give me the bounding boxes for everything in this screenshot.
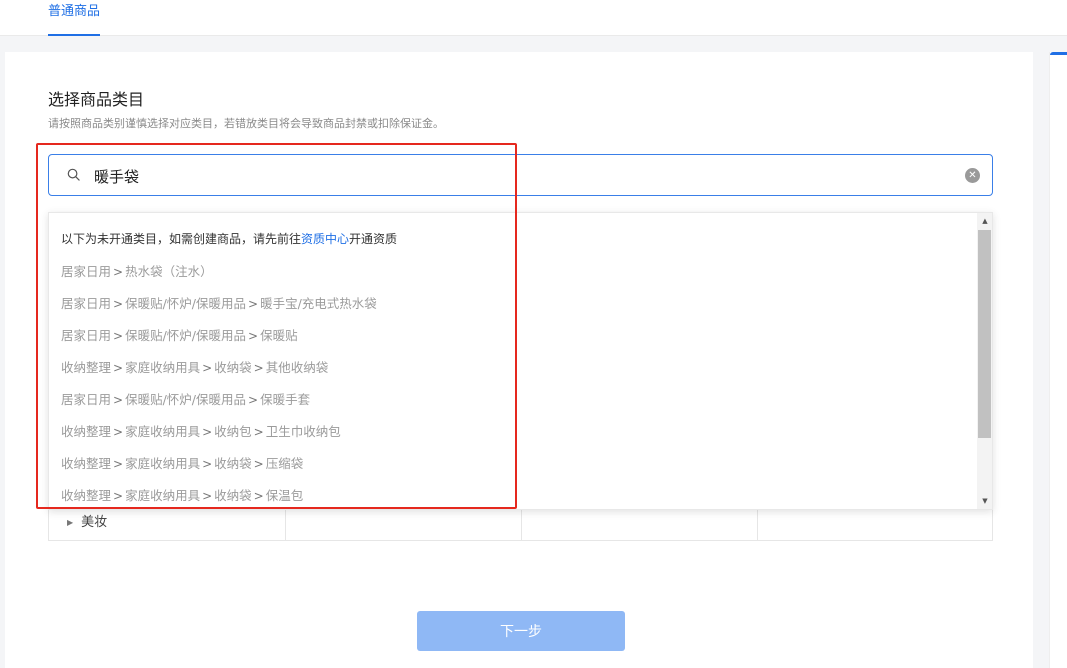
chevron-right-icon: > [253,457,264,471]
category-path-segment: 卫生巾收纳包 [265,424,341,439]
category-label: 美妆 [81,515,108,530]
chevron-right-icon: > [113,297,124,311]
chevron-right-icon: > [248,297,259,311]
category-result-item[interactable]: 居家日用 > 保暖贴/怀炉/保暖用品 > 保暖贴 [61,325,298,344]
category-result-item[interactable]: 居家日用 > 保暖贴/怀炉/保暖用品 > 暖手宝/充电式热水袋 [61,293,377,312]
category-search-input[interactable]: 暖手袋 ✕ [48,154,993,196]
scroll-up-icon[interactable]: ▲ [980,217,990,225]
category-result-item[interactable]: 收纳整理 > 家庭收纳用具 > 收纳袋 > 保温包 [61,485,303,504]
side-panel [1049,52,1067,668]
category-path-segment: 压缩袋 [265,456,304,471]
category-result-item[interactable]: 收纳整理 > 家庭收纳用具 > 收纳袋 > 压缩袋 [61,453,303,472]
chevron-right-icon: > [113,425,124,439]
category-path-segment: 收纳整理 [61,360,112,375]
category-result-item[interactable]: 收纳整理 > 家庭收纳用具 > 收纳包 > 卫生巾收纳包 [61,421,341,440]
next-step-button[interactable]: 下一步 [417,611,625,651]
category-path-segment: 家庭收纳用具 [125,424,201,439]
chevron-right-icon: > [113,361,124,375]
category-path-segment: 保温包 [265,488,304,503]
category-path-segment: 保暖贴/怀炉/保暖用品 [125,328,247,343]
section-title: 选择商品类目 [48,90,145,109]
category-path-segment: 暖手宝/充电式热水袋 [260,296,377,311]
scrollbar-thumb[interactable] [978,230,991,438]
tab-regular-goods[interactable]: 普通商品 [48,0,101,36]
category-path-segment: 居家日用 [61,392,112,407]
category-path-segment: 家庭收纳用具 [125,360,201,375]
category-path-segment: 保暖贴/怀炉/保暖用品 [125,296,247,311]
unopened-category-notice: 以下为未开通类目，如需创建商品，请先前往资质中心开通资质 [61,232,398,246]
category-path-segment: 收纳袋 [214,456,252,471]
category-path-segment: 居家日用 [61,264,112,279]
chevron-right-icon: > [113,489,124,503]
category-path-segment: 收纳袋 [214,488,252,503]
chevron-right-icon: > [202,489,213,503]
category-path-segment: 家庭收纳用具 [125,488,201,503]
close-circle-icon[interactable]: ✕ [965,168,980,183]
search-icon [67,168,80,181]
side-panel-accent [1050,52,1067,55]
chevron-right-icon: > [113,457,124,471]
category-result-item[interactable]: 居家日用 > 热水袋（注水） [61,261,213,280]
chevron-right-icon: > [113,393,124,407]
scroll-down-icon[interactable]: ▼ [980,497,990,505]
category-result-item[interactable]: 收纳整理 > 家庭收纳用具 > 收纳袋 > 其他收纳袋 [61,357,328,376]
tab-label: 普通商品 [48,4,101,19]
chevron-right-icon: > [253,361,264,375]
category-path-segment: 收纳包 [214,424,252,439]
search-results-dropdown: 以下为未开通类目，如需创建商品，请先前往资质中心开通资质 居家日用 > 热水袋（注水… [48,212,993,510]
category-path-segment: 收纳整理 [61,456,112,471]
chevron-right-icon: > [248,329,259,343]
category-result-item[interactable]: 居家日用 > 保暖贴/怀炉/保暖用品 > 保暖手套 [61,389,310,408]
category-path-segment: 家庭收纳用具 [125,456,201,471]
tab-active-indicator [48,34,101,36]
category-path-segment: 收纳整理 [61,424,112,439]
section-subtitle: 请按照商品类别谨慎选择对应类目，若错放类目将会导致商品封禁或扣除保证金。 [48,117,444,130]
category-path-segment: 收纳整理 [61,488,112,503]
chevron-right-icon: > [202,457,213,471]
chevron-right-icon: > [113,329,124,343]
chevron-right-icon: > [113,265,124,279]
chevron-right-icon: > [202,361,213,375]
caret-right-icon: ▶ [67,518,74,527]
search-value: 暖手袋 [94,168,140,186]
top-tab-bar: 普通商品 [0,0,1067,36]
category-path-segment: 热水袋（注水） [125,264,213,279]
category-path-segment: 保暖贴/怀炉/保暖用品 [125,392,247,407]
category-path-segment: 收纳袋 [214,360,252,375]
category-path-segment: 其他收纳袋 [265,360,329,375]
category-path-segment: 居家日用 [61,296,112,311]
chevron-right-icon: > [248,393,259,407]
category-row-beauty[interactable]: ▶ 美妆 [67,511,107,530]
category-path-segment: 保暖手套 [260,392,311,407]
chevron-right-icon: > [253,489,264,503]
chevron-right-icon: > [253,425,264,439]
category-path-segment: 保暖贴 [260,328,298,343]
qualification-center-link[interactable]: 资质中心 [301,232,349,246]
chevron-right-icon: > [202,425,213,439]
category-path-segment: 居家日用 [61,328,112,343]
